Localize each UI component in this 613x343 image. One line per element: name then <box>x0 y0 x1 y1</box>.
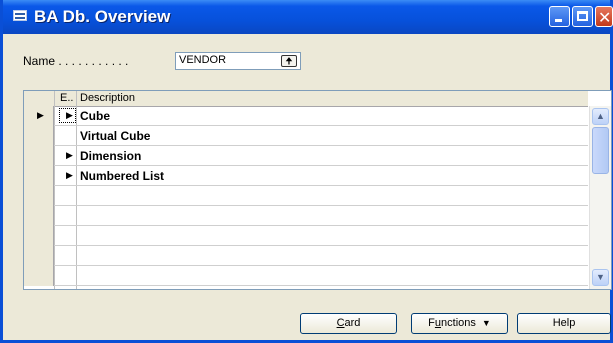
lookup-icon: 🠉 <box>285 56 293 66</box>
row-selector[interactable] <box>24 146 54 166</box>
name-label: Name . . . . . . . . . . . <box>23 54 129 68</box>
table-row[interactable]: Virtual Cube <box>24 126 588 146</box>
chevron-up-icon: ▲ <box>596 111 605 121</box>
row-selector[interactable] <box>24 226 54 246</box>
scroll-up-button[interactable]: ▲ <box>592 108 609 125</box>
close-icon: ✕ <box>598 8 612 27</box>
minimize-button[interactable] <box>549 6 570 27</box>
help-button[interactable]: Help <box>517 313 611 334</box>
table-icon <box>13 10 27 21</box>
functions-button[interactable]: Functions ▼ <box>411 313 508 334</box>
functions-label-start: F <box>428 317 435 329</box>
column-header-expand[interactable]: E.. <box>60 92 73 104</box>
table-row[interactable] <box>24 206 588 226</box>
overview-window: BA Db. Overview ✕ Name . . . . . . . . .… <box>0 0 613 343</box>
table-row[interactable] <box>24 266 588 286</box>
scroll-thumb[interactable] <box>592 127 609 174</box>
table-header: E.. Description <box>24 91 588 107</box>
row-description: Virtual Cube <box>80 129 151 143</box>
overview-table[interactable]: E.. Description ▶ ▶ Cube Virtual Cube ▶ Dimen… <box>23 90 612 290</box>
functions-label: nctions <box>441 317 476 329</box>
column-header-description[interactable]: Description <box>80 92 135 104</box>
dropdown-arrow-icon: ▼ <box>481 318 491 328</box>
table-row[interactable] <box>24 186 588 206</box>
lookup-button[interactable]: 🠉 <box>281 55 297 67</box>
name-value: VENDOR <box>179 54 227 66</box>
row-selector[interactable] <box>24 206 54 226</box>
maximize-icon <box>577 11 588 21</box>
name-field[interactable]: VENDOR 🠉 <box>175 52 301 70</box>
table-row[interactable] <box>24 246 588 266</box>
table-row[interactable]: ▶ Numbered List <box>24 166 588 186</box>
row-description: Cube <box>80 109 110 123</box>
row-selector[interactable] <box>24 126 54 146</box>
table-row[interactable]: ▶ ▶ Cube <box>24 106 588 126</box>
row-description: Numbered List <box>80 169 165 183</box>
expand-arrow-icon[interactable]: ▶ <box>66 110 73 121</box>
scroll-down-button[interactable]: ▼ <box>592 269 609 286</box>
card-label: ard <box>344 317 361 329</box>
minimize-icon <box>555 19 562 22</box>
chevron-down-icon: ▼ <box>596 272 605 282</box>
row-selector[interactable] <box>24 266 54 286</box>
row-selector[interactable] <box>24 186 54 206</box>
table-row[interactable]: ▶ Dimension <box>24 146 588 166</box>
close-button[interactable]: ✕ <box>595 6 613 27</box>
title-bar[interactable]: BA Db. Overview ✕ <box>3 0 613 34</box>
row-selector[interactable] <box>24 246 54 266</box>
expand-arrow-icon[interactable]: ▶ <box>66 150 73 161</box>
row-selector[interactable] <box>24 166 54 186</box>
window-title: BA Db. Overview <box>34 7 171 26</box>
card-button[interactable]: Card <box>300 313 397 334</box>
help-label: Help <box>552 317 576 329</box>
maximize-button[interactable] <box>572 6 593 27</box>
table-row[interactable] <box>24 226 588 246</box>
vertical-scrollbar[interactable]: ▲ ▼ <box>589 106 611 289</box>
row-description: Dimension <box>80 149 142 163</box>
current-row-indicator-icon: ▶ <box>37 110 44 120</box>
card-accelerator: C <box>336 317 345 329</box>
expand-arrow-icon[interactable]: ▶ <box>66 170 73 181</box>
